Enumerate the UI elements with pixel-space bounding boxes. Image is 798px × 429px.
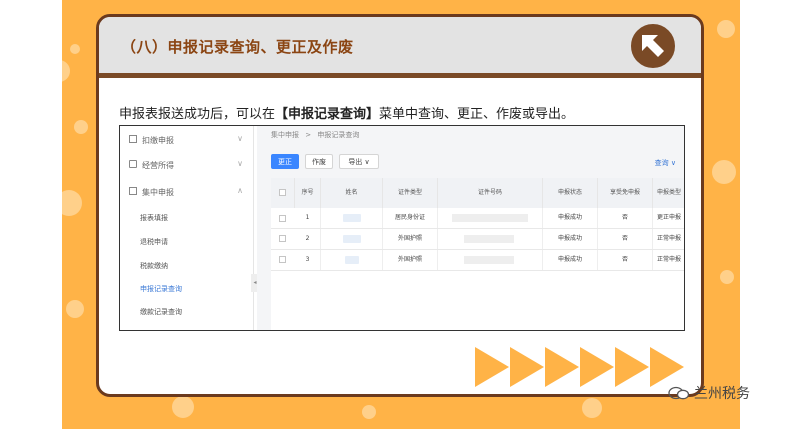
breadcrumb-current: 申报记录查询	[317, 131, 360, 139]
decor-dot	[172, 396, 194, 418]
redacted-name	[343, 235, 361, 243]
header-exempt: 享受免申报	[598, 178, 653, 208]
cell-id-number	[438, 229, 543, 249]
chevron-up-icon: ∧	[237, 186, 243, 195]
content-card: （八）申报记录查询、更正及作废 申报表报送成功后，可以在【申报记录查询】菜单中查…	[96, 14, 704, 397]
chevron-down-icon: ∨	[237, 134, 243, 143]
redacted-id	[464, 256, 514, 264]
cell-name	[321, 250, 383, 270]
intro-text: 申报表报送成功后，可以在【申报记录查询】菜单中查询、更正、作废或导出。	[119, 103, 574, 122]
sidebar-subitem-payment[interactable]: 税款缴纳	[140, 261, 168, 271]
void-button[interactable]: 作废	[305, 154, 333, 169]
header-id-number: 证件号码	[438, 178, 543, 208]
header-status: 申报状态	[543, 178, 598, 208]
breadcrumb-separator: >	[305, 131, 312, 139]
decor-dot	[362, 405, 376, 419]
header-id-type: 证件类型	[383, 178, 438, 208]
watermark-text: 兰州税务	[694, 386, 750, 402]
redacted-id	[464, 235, 514, 243]
cell-report-type: 更正申报	[653, 208, 684, 228]
cell-status: 申报成功	[543, 250, 598, 270]
decor-dot	[582, 398, 602, 418]
cell-exempt: 否	[598, 229, 653, 249]
header-select-all[interactable]	[271, 178, 295, 208]
row-checkbox[interactable]	[279, 235, 286, 242]
cell-no: 2	[295, 229, 321, 249]
collapse-icon	[129, 187, 137, 195]
decor-dot	[74, 120, 88, 134]
arrow-badge-icon	[629, 22, 677, 70]
decor-dot	[70, 44, 80, 54]
doc-icon	[129, 135, 137, 143]
wechat-icon	[668, 386, 690, 400]
decor-dot	[62, 190, 82, 216]
row-checkbox[interactable]	[279, 256, 286, 263]
intro-menu-name: 【申报记录查询】	[275, 107, 380, 122]
decorative-arrows-icon	[475, 347, 684, 387]
intro-text-start: 申报表报送成功后，可以在	[119, 107, 276, 122]
sidebar-item-label: 经营所得	[142, 161, 174, 170]
export-dropdown[interactable]: 导出 ∨	[339, 154, 379, 169]
cell-report-type: 正常申报	[653, 229, 684, 249]
header-no: 序号	[295, 178, 321, 208]
redacted-id	[452, 214, 528, 222]
cell-name	[321, 208, 383, 228]
decor-dot	[712, 160, 736, 184]
sidebar: 扣缴申报 ∨ 经营所得 ∨ 集中申报 ∧ 报表填报 退税申请 税款缴纳 申报记录…	[120, 126, 254, 330]
redacted-name	[345, 256, 359, 264]
checkbox[interactable]	[279, 189, 286, 196]
decor-dot	[62, 60, 70, 82]
query-toggle[interactable]: 查询 ∨	[655, 158, 676, 168]
cell-exempt: 否	[598, 208, 653, 228]
row-checkbox[interactable]	[279, 215, 286, 222]
cell-id-type: 外国护照	[383, 250, 438, 270]
cell-id-number	[438, 208, 543, 228]
cell-name	[321, 229, 383, 249]
toolbar: 更正 作废 导出 ∨ 查询 ∨	[271, 154, 684, 170]
plus-square-icon	[129, 160, 137, 168]
cell-id-type: 外国护照	[383, 229, 438, 249]
header-name: 姓名	[321, 178, 383, 208]
embedded-screenshot: 扣缴申报 ∨ 经营所得 ∨ 集中申报 ∧ 报表填报 退税申请 税款缴纳 申报记录…	[119, 125, 685, 331]
decor-dot	[66, 300, 84, 318]
cell-status: 申报成功	[543, 208, 598, 228]
breadcrumb: 集中申报 > 申报记录查询	[271, 130, 359, 140]
header-report-type: 申报类型	[653, 178, 684, 208]
cell-no: 3	[295, 250, 321, 270]
cell-id-type: 居民身份证	[383, 208, 438, 228]
cell-report-type: 正常申报	[653, 250, 684, 270]
chevron-down-icon: ∨	[237, 159, 243, 168]
sidebar-subitem-report-fill[interactable]: 报表填报	[140, 213, 168, 223]
sidebar-subitem-payment-query[interactable]: 缴款记录查询	[140, 307, 182, 317]
redacted-name	[343, 214, 361, 222]
sidebar-item-label: 扣缴申报	[142, 136, 174, 145]
cell-no: 1	[295, 208, 321, 228]
records-table: 序号 姓名 证件类型 证件号码 申报状态 享受免申报 申报类型 1 居民身份证 …	[271, 178, 684, 330]
sidebar-item-label: 集中申报	[142, 188, 174, 197]
correct-button[interactable]: 更正	[271, 154, 299, 169]
decor-dot	[717, 20, 735, 38]
intro-text-end: 菜单中查询、更正、作废或导出。	[379, 107, 575, 122]
sidebar-subitem-refund[interactable]: 退税申请	[140, 237, 168, 247]
cell-status: 申报成功	[543, 229, 598, 249]
sidebar-item-centralized[interactable]: 集中申报 ∧	[120, 182, 253, 204]
sidebar-item-withholding[interactable]: 扣缴申报 ∨	[120, 130, 253, 152]
main-panel: 集中申报 > 申报记录查询 更正 作废 导出 ∨ 查询 ∨ 序号 姓名 证件类型…	[257, 126, 684, 330]
decor-dot	[720, 270, 734, 284]
cell-exempt: 否	[598, 250, 653, 270]
cell-id-number	[438, 250, 543, 270]
sidebar-subitem-record-query[interactable]: 申报记录查询	[140, 284, 182, 294]
row-divider	[271, 270, 684, 271]
breadcrumb-root[interactable]: 集中申报	[271, 131, 299, 139]
sidebar-item-business-income[interactable]: 经营所得 ∨	[120, 155, 253, 177]
section-title: （八）申报记录查询、更正及作废	[121, 38, 354, 56]
card-header: （八）申报记录查询、更正及作废	[99, 17, 701, 78]
